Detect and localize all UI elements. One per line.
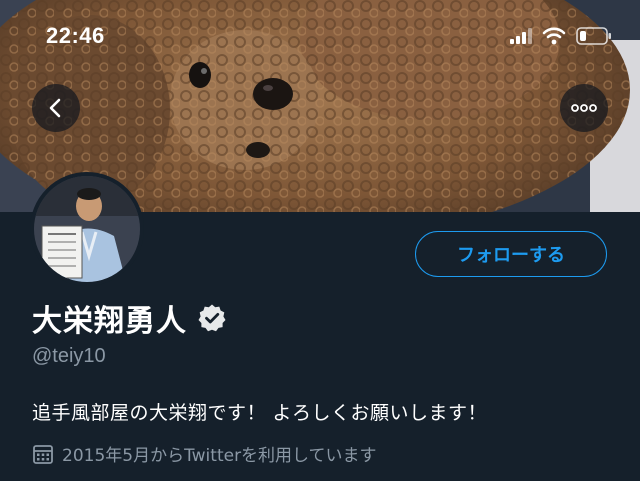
wifi-icon	[542, 27, 566, 45]
more-options-button[interactable]	[560, 84, 608, 132]
avatar-photo	[34, 176, 140, 282]
chevron-left-icon	[49, 98, 61, 118]
battery-icon	[576, 27, 611, 45]
name-row: 大栄翔勇人	[32, 296, 227, 340]
follow-button[interactable]: フォローする	[415, 231, 607, 277]
status-bar: 22:46	[0, 0, 640, 70]
cellular-signal-icon	[510, 28, 532, 44]
profile-bio: 追手風部屋の大栄翔です！ よろしくお願いします！	[32, 402, 488, 424]
display-name: 大栄翔勇人	[32, 304, 187, 339]
profile-avatar[interactable]	[30, 172, 144, 286]
joined-date-row: 2015年5月からTwitterを利用しています	[32, 441, 377, 466]
status-icons	[510, 27, 612, 45]
back-button[interactable]	[32, 84, 80, 132]
verified-badge-icon	[198, 304, 226, 332]
user-handle: @teiy10	[32, 345, 106, 367]
calendar-icon	[33, 444, 53, 464]
status-time: 22:46	[46, 23, 105, 48]
joined-date-text: 2015年5月からTwitterを利用しています	[62, 446, 377, 466]
more-horizontal-icon	[571, 104, 597, 112]
